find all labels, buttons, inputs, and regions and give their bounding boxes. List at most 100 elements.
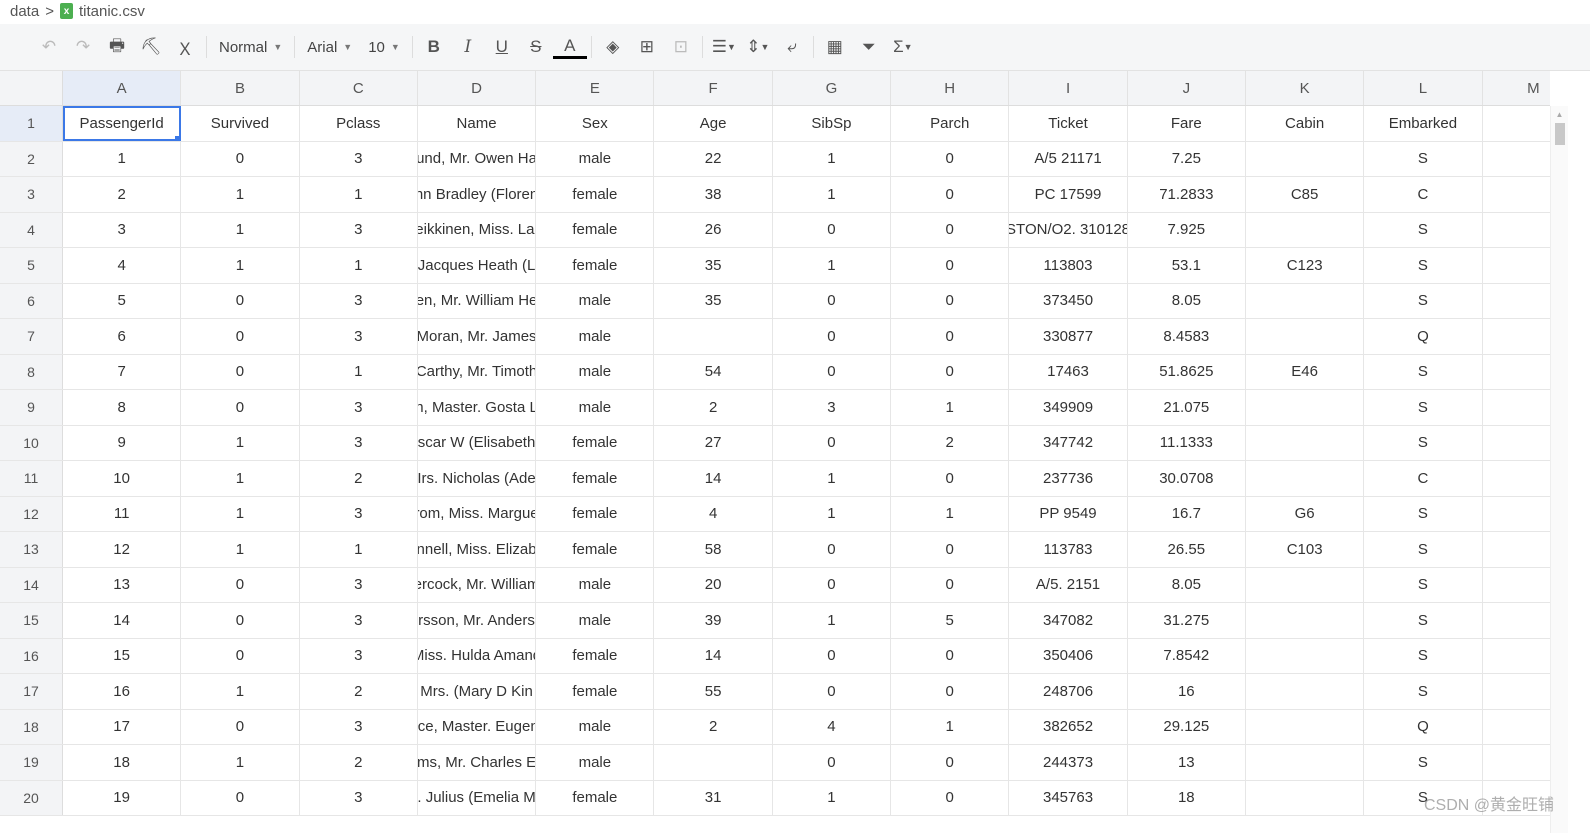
cell[interactable]: 12 [63,532,182,567]
cell[interactable]: 3 [300,212,418,247]
cell[interactable]: 35 [654,248,773,283]
cell[interactable]: C123 [1246,248,1365,283]
cell[interactable]: 1 [181,532,300,567]
cell[interactable]: male [536,354,655,389]
cell[interactable]: S [1364,354,1483,389]
align-icon[interactable]: ☰ ▼ [707,32,741,62]
cell[interactable]: 1 [181,496,300,531]
cell[interactable]: 8.05 [1128,567,1246,602]
cell[interactable]: 51.8625 [1128,354,1246,389]
cell[interactable] [1483,710,1550,745]
cell[interactable]: Name [418,106,537,141]
row-header[interactable]: 3 [0,177,63,212]
cell[interactable]: 1 [773,461,892,496]
cell[interactable] [1246,745,1365,780]
cell[interactable]: female [536,638,655,673]
cell[interactable]: Sex [536,106,655,141]
cell[interactable]: nn Bradley (Floren [418,177,537,212]
cell[interactable]: 113803 [1009,248,1128,283]
cell[interactable]: male [536,319,655,354]
cell[interactable]: 22 [654,141,773,176]
scroll-up-icon[interactable]: ▲ [1551,110,1568,119]
column-header-H[interactable]: H [891,71,1010,105]
cell[interactable]: 11.1333 [1128,425,1246,460]
cell[interactable]: S [1364,390,1483,425]
cell[interactable]: S [1364,745,1483,780]
cell[interactable]: 4 [773,709,892,744]
row-header[interactable]: 8 [0,354,63,389]
cell[interactable]: 0 [181,354,300,389]
column-header-I[interactable]: I [1009,71,1128,105]
cell[interactable] [1483,568,1550,603]
underline-icon[interactable]: U [485,32,519,62]
row-header[interactable]: 1 [0,106,63,141]
cell[interactable]: 349909 [1009,390,1128,425]
cell[interactable]: 1 [891,390,1010,425]
cell[interactable]: C103 [1246,532,1365,567]
row-header[interactable]: 10 [0,425,63,460]
cell[interactable]: S [1364,248,1483,283]
cell[interactable]: female [536,248,655,283]
undo-icon[interactable]: ↶ [32,32,66,62]
cell[interactable]: 1 [300,532,418,567]
cell[interactable]: 2 [300,674,418,709]
column-header-B[interactable]: B [181,71,300,105]
cell[interactable] [1483,355,1550,390]
cell[interactable]: eikkinen, Miss. Lai [418,212,537,247]
cell[interactable] [1246,567,1365,602]
cell[interactable]: A/5. 2151 [1009,567,1128,602]
sum-icon[interactable]: Σ ▼ [886,32,920,62]
cell[interactable] [1483,319,1550,354]
cell[interactable]: 2 [300,461,418,496]
cell[interactable]: PassengerId [63,106,182,141]
cell[interactable] [1483,390,1550,425]
cell[interactable]: female [536,496,655,531]
column-header-F[interactable]: F [654,71,773,105]
cell[interactable]: C85 [1246,177,1365,212]
cell[interactable]: 18 [1128,780,1246,815]
cell[interactable]: n, Master. Gosta L [418,390,537,425]
cell[interactable]: PP 9549 [1009,496,1128,531]
cell[interactable]: 3 [300,638,418,673]
column-header-E[interactable]: E [536,71,655,105]
cell[interactable]: 0 [891,461,1010,496]
cell[interactable]: Cabin [1246,106,1365,141]
cell[interactable]: 0 [891,780,1010,815]
cell[interactable]: scar W (Elisabeth [418,425,537,460]
column-header-C[interactable]: C [300,71,418,105]
cell[interactable]: female [536,177,655,212]
row-header[interactable]: 11 [0,461,63,496]
print-icon[interactable]: 🖶 [100,32,134,62]
cell[interactable]: 7.925 [1128,212,1246,247]
cell[interactable]: 0 [181,283,300,318]
cell[interactable]: 1 [300,354,418,389]
cell[interactable]: 8 [63,390,182,425]
cell[interactable]: 6 [63,319,182,354]
cell[interactable]: Moran, Mr. James [418,319,537,354]
row-header[interactable]: 17 [0,674,63,709]
cell[interactable]: 1 [181,461,300,496]
cell[interactable]: C [1364,177,1483,212]
cell[interactable]: 0 [891,141,1010,176]
cell[interactable]: male [536,141,655,176]
cell[interactable] [1483,461,1550,496]
cell[interactable]: 0 [773,425,892,460]
table-icon[interactable]: ▦ [818,32,852,62]
cell[interactable]: PC 17599 [1009,177,1128,212]
cell[interactable]: female [536,461,655,496]
cell[interactable]: 11 [63,496,182,531]
cell[interactable]: ercock, Mr. William [418,567,537,602]
cell[interactable]: 13 [1128,745,1246,780]
cell[interactable]: 1 [181,212,300,247]
cell[interactable]: Survived [181,106,300,141]
breadcrumb-folder[interactable]: data [10,3,39,20]
cell[interactable]: S [1364,141,1483,176]
cell[interactable] [1483,106,1550,141]
cell[interactable]: 27 [654,425,773,460]
cell[interactable]: 1 [181,745,300,780]
cell[interactable]: 0 [181,603,300,638]
cell[interactable]: S [1364,496,1483,531]
cell[interactable]: 9 [63,425,182,460]
cell[interactable]: 330877 [1009,319,1128,354]
cell[interactable] [1483,532,1550,567]
